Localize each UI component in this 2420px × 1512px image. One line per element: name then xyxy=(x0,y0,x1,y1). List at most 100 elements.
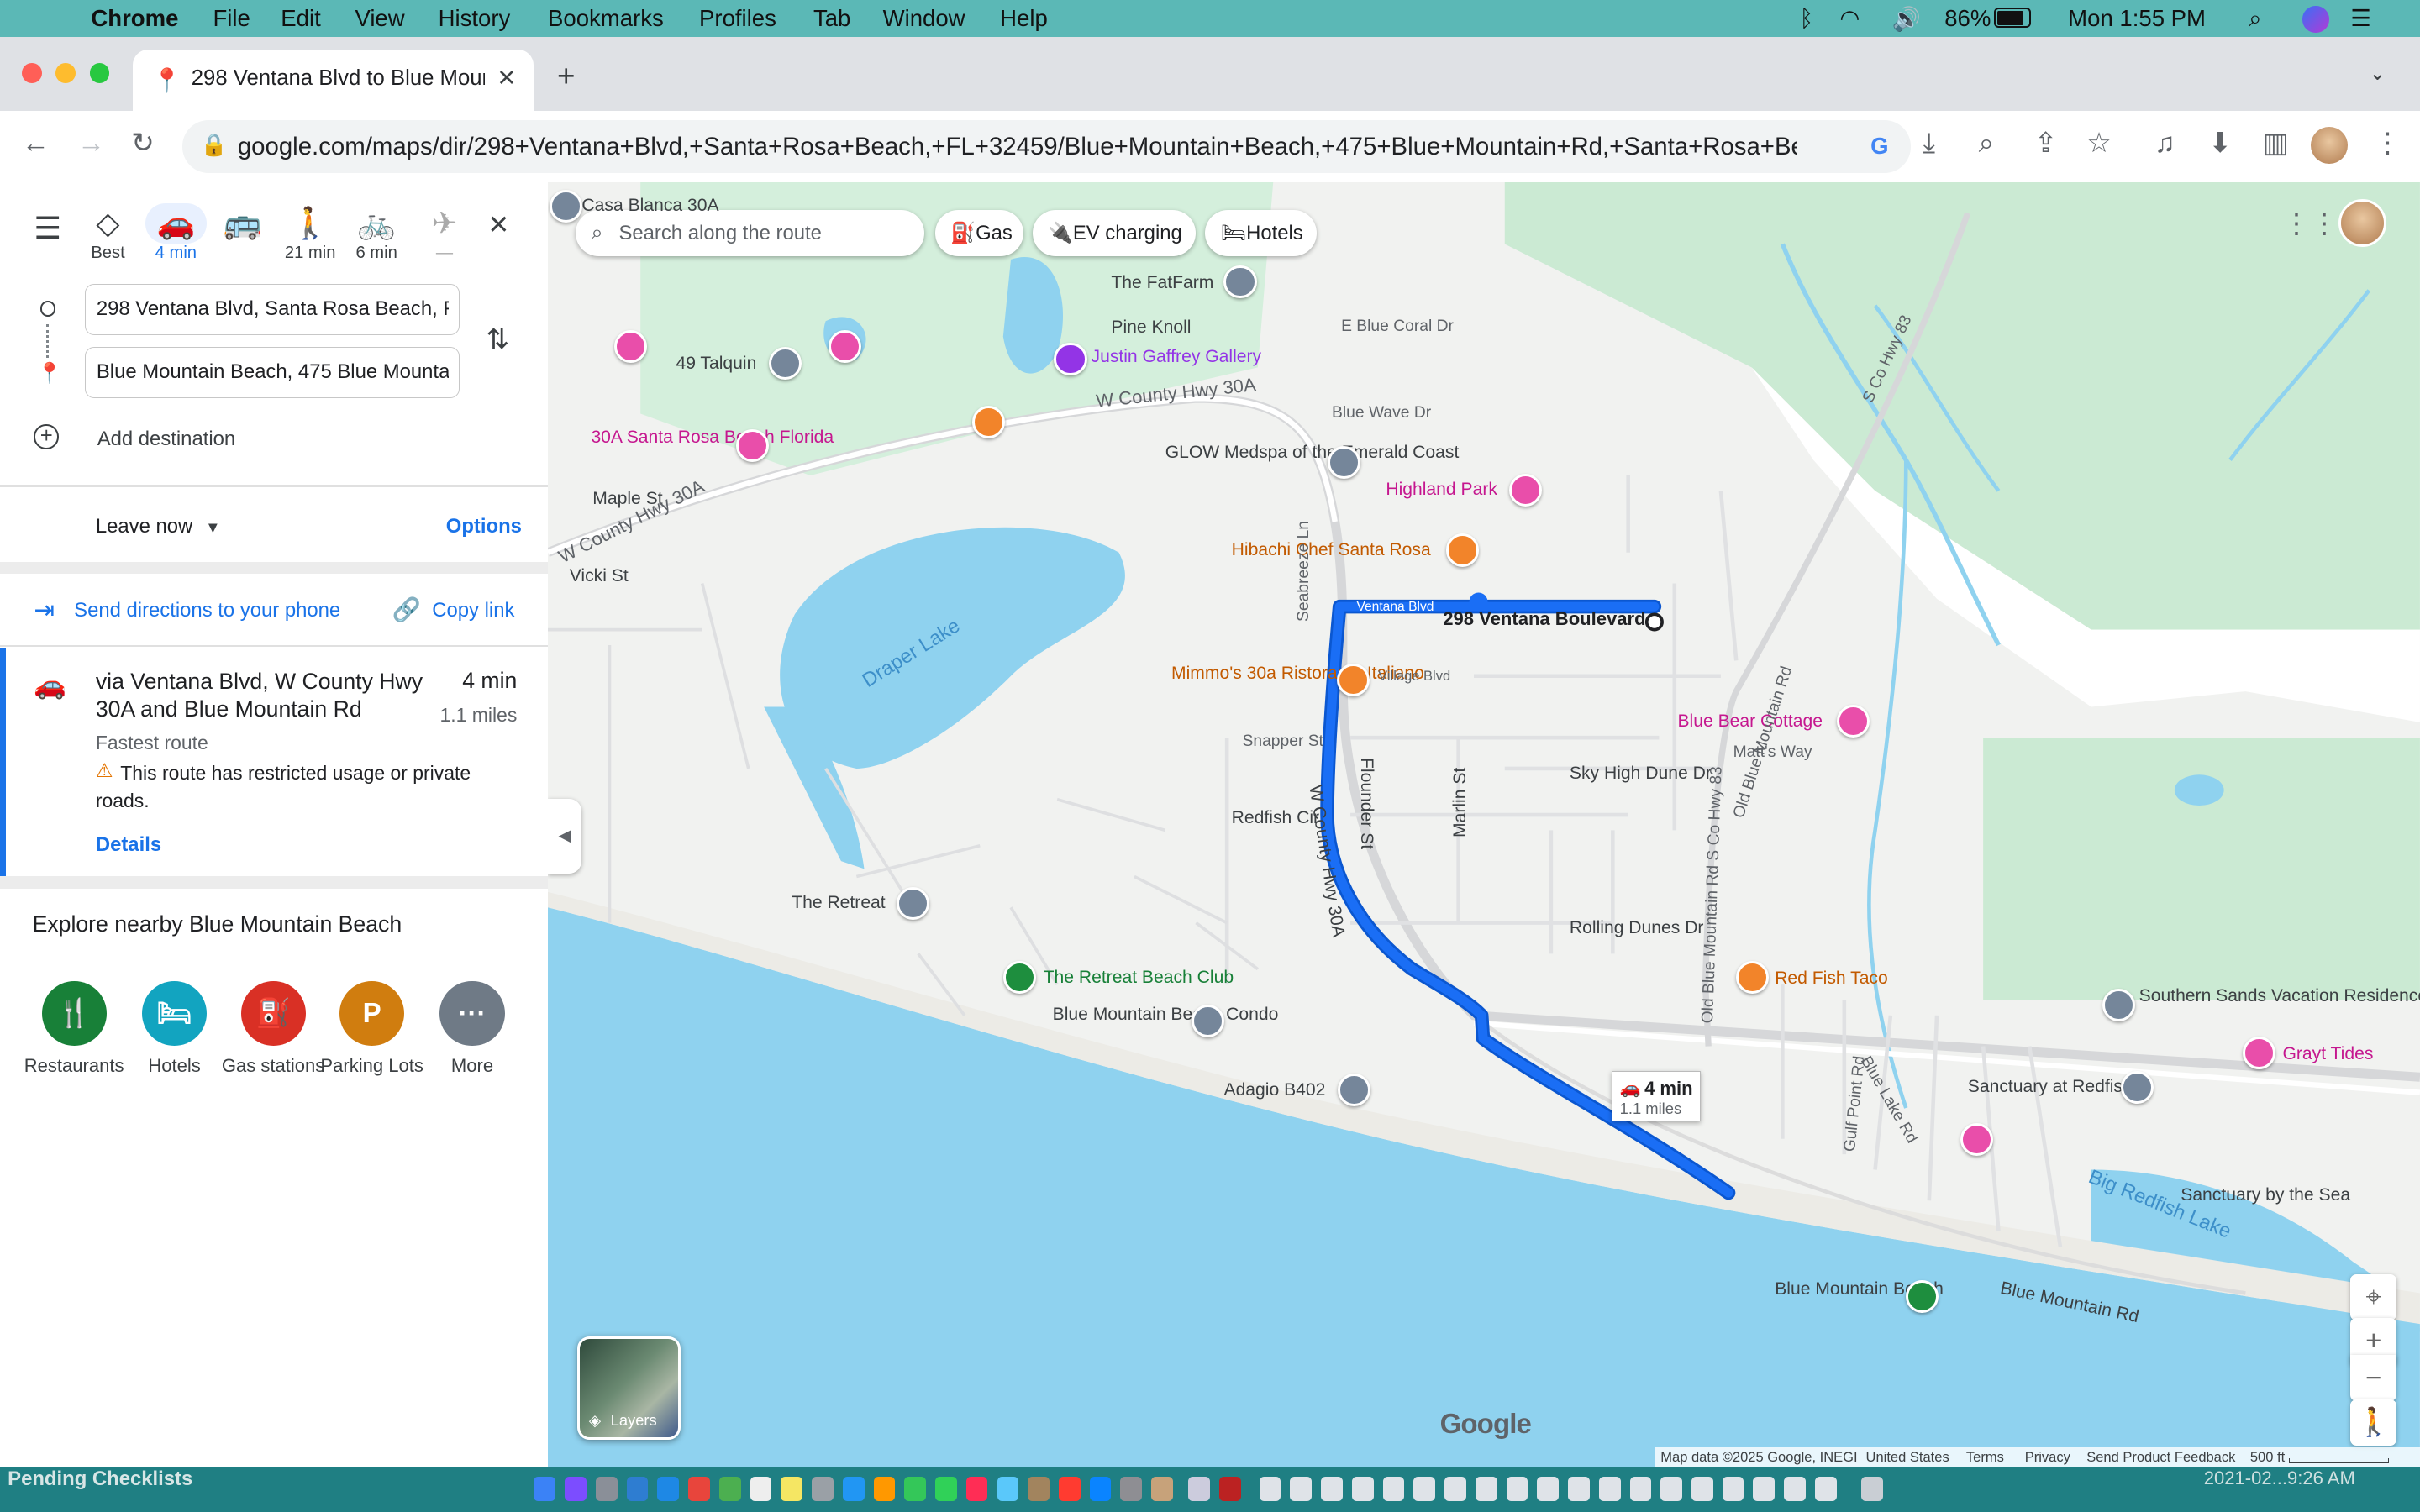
install-app-icon[interactable]: ⤓ xyxy=(1923,129,1936,157)
close-window-button[interactable] xyxy=(21,63,42,84)
menu-tab[interactable]: Tab xyxy=(813,5,850,32)
messages-icon[interactable] xyxy=(904,1476,926,1502)
settings-icon[interactable] xyxy=(1120,1476,1143,1502)
recent-window-thumb[interactable] xyxy=(1413,1476,1436,1502)
poi-pin[interactable] xyxy=(549,189,582,223)
menu-profiles[interactable]: Profiles xyxy=(699,5,776,32)
send-to-phone-icon[interactable]: ⇥ xyxy=(34,596,55,625)
explore-hotels[interactable]: 🛏 Hotels xyxy=(120,981,229,1077)
app-icon[interactable] xyxy=(997,1476,1019,1502)
explore-restaurants[interactable]: 🍴 Restaurants xyxy=(20,981,129,1077)
hotel-pin[interactable] xyxy=(736,428,770,462)
music-icon[interactable] xyxy=(965,1476,988,1502)
send-directions-link[interactable]: Send directions to your phone xyxy=(74,599,340,622)
menu-clock[interactable]: Mon 1:55 PM xyxy=(2068,5,2206,32)
options-button[interactable]: Options xyxy=(446,515,522,538)
address-url[interactable]: google.com/maps/dir/298+Ventana+Blvd,+Sa… xyxy=(238,133,1797,161)
forward-arrow-icon[interactable]: → xyxy=(77,129,105,157)
app-icon[interactable] xyxy=(1028,1476,1050,1502)
route-option-card[interactable]: 🚗 via Ventana Blvd, W County Hwy 30A and… xyxy=(6,648,548,876)
maximize-window-button[interactable] xyxy=(89,63,110,84)
restaurant-pin[interactable] xyxy=(972,406,1006,439)
route-time-badge[interactable]: 🚗 4 min 1.1 miles xyxy=(1611,1070,1702,1122)
app-icon[interactable] xyxy=(718,1476,741,1502)
poi-pin[interactable] xyxy=(1191,1004,1224,1037)
zoom-out-button[interactable]: − xyxy=(2350,1354,2397,1401)
feedback-link[interactable]: Send Product Feedback xyxy=(2086,1449,2235,1466)
hamburger-menu-icon[interactable]: ☰ xyxy=(34,210,61,246)
chip-hotels[interactable]: 🛏Hotels xyxy=(1205,209,1317,256)
explore-more[interactable]: ··· More xyxy=(418,981,527,1077)
calendar-icon[interactable] xyxy=(750,1476,772,1502)
active-tab[interactable]: 📍 298 Ventana Blvd to Blue Mountain Beac… xyxy=(132,49,534,112)
recent-window-thumb[interactable] xyxy=(1568,1476,1590,1502)
hotel-pin[interactable] xyxy=(1836,705,1870,738)
link-icon[interactable]: 🔗 xyxy=(392,596,421,623)
trash-icon[interactable] xyxy=(1861,1476,1883,1502)
mode-walking[interactable]: 🚶 21 min xyxy=(279,203,340,263)
safari-icon[interactable] xyxy=(595,1476,618,1502)
notes-icon[interactable] xyxy=(781,1476,803,1502)
recent-window-thumb[interactable] xyxy=(1351,1476,1374,1502)
tab-search-chevron-icon[interactable]: ⌄ xyxy=(2369,61,2386,86)
minimize-window-button[interactable] xyxy=(55,63,76,84)
mode-driving[interactable]: 🚗 4 min xyxy=(145,203,208,263)
mode-cycling[interactable]: 🚲 6 min xyxy=(345,203,407,263)
menu-file[interactable]: File xyxy=(213,5,250,32)
poi-pin[interactable] xyxy=(1327,445,1360,479)
leave-now-dropdown[interactable]: Leave now xyxy=(96,515,192,538)
recent-window-thumb[interactable] xyxy=(1629,1476,1652,1502)
recent-window-thumb[interactable] xyxy=(1784,1476,1806,1502)
share-icon[interactable]: ⇪ xyxy=(2034,129,2058,157)
control-center-icon[interactable]: ☰ xyxy=(2350,5,2371,32)
route-details-button[interactable]: Details xyxy=(96,833,161,857)
close-directions-icon[interactable]: ✕ xyxy=(487,210,509,240)
poi-pin[interactable] xyxy=(2120,1070,2154,1104)
battery-percent[interactable]: 86% xyxy=(1944,5,1991,32)
swap-directions-icon[interactable]: ⇅ xyxy=(487,323,510,356)
app-icon[interactable] xyxy=(1218,1476,1241,1502)
profile-avatar[interactable] xyxy=(2310,126,2348,164)
chip-ev-charging[interactable]: 🔌EV charging xyxy=(1032,209,1197,256)
menu-view[interactable]: View xyxy=(355,5,404,32)
poi-pin[interactable] xyxy=(768,347,802,381)
side-panel-icon[interactable]: ▥ xyxy=(2263,129,2289,157)
street-view-pegman[interactable]: 🚶 xyxy=(2350,1399,2397,1446)
gallery-pin[interactable] xyxy=(1054,342,1087,375)
menu-edit[interactable]: Edit xyxy=(281,5,320,32)
privacy-link[interactable]: Privacy xyxy=(2025,1449,2070,1466)
country-link[interactable]: United States xyxy=(1866,1449,1949,1466)
menu-window[interactable]: Window xyxy=(883,5,965,32)
chrome-icon[interactable] xyxy=(688,1476,710,1502)
recent-window-thumb[interactable] xyxy=(1444,1476,1466,1502)
address-bar[interactable]: 🔒 google.com/maps/dir/298+Ventana+Blvd,+… xyxy=(182,120,1911,173)
wifi-icon[interactable]: ◠ xyxy=(1839,5,1860,32)
bluetooth-icon[interactable]: ᛒ xyxy=(1800,5,1814,32)
origin-input[interactable]: 298 Ventana Blvd, Santa Rosa Beach, FL xyxy=(85,283,460,335)
map-canvas[interactable]: ⌕ Search along the route ⛽Gas 🔌EV chargi… xyxy=(548,181,2420,1467)
app-icon[interactable] xyxy=(812,1476,834,1502)
recent-window-thumb[interactable] xyxy=(1691,1476,1713,1502)
app-icon[interactable] xyxy=(842,1476,865,1502)
recent-window-thumb[interactable] xyxy=(1753,1476,1776,1502)
recent-window-thumb[interactable] xyxy=(1321,1476,1343,1502)
search-along-route-input[interactable]: ⌕ Search along the route xyxy=(576,209,925,256)
media-control-icon[interactable]: ♫ xyxy=(2154,129,2175,157)
poi-pin[interactable] xyxy=(2102,989,2135,1022)
scale-label[interactable]: 500 ft xyxy=(2250,1449,2285,1466)
recent-window-thumb[interactable] xyxy=(1475,1476,1497,1502)
app-icon[interactable] xyxy=(1151,1476,1173,1502)
hotel-pin[interactable] xyxy=(1509,473,1543,507)
back-arrow-icon[interactable]: ← xyxy=(22,129,50,157)
google-lens-icon[interactable]: G xyxy=(1870,133,1888,160)
zoom-icon[interactable]: ⌕ xyxy=(1979,129,1995,157)
add-destination-button[interactable]: Add destination xyxy=(97,428,236,451)
explore-parking[interactable]: P Parking Lots xyxy=(318,981,426,1077)
hotel-pin[interactable] xyxy=(2242,1037,2275,1070)
photos-icon[interactable] xyxy=(873,1476,896,1502)
beach-club-pin[interactable] xyxy=(1002,961,1036,995)
copy-link-button[interactable]: Copy link xyxy=(432,599,514,622)
restaurant-pin[interactable] xyxy=(1336,663,1370,696)
siri-icon[interactable] xyxy=(2302,6,2329,33)
collapse-panel-button[interactable]: ◀ xyxy=(548,799,582,874)
